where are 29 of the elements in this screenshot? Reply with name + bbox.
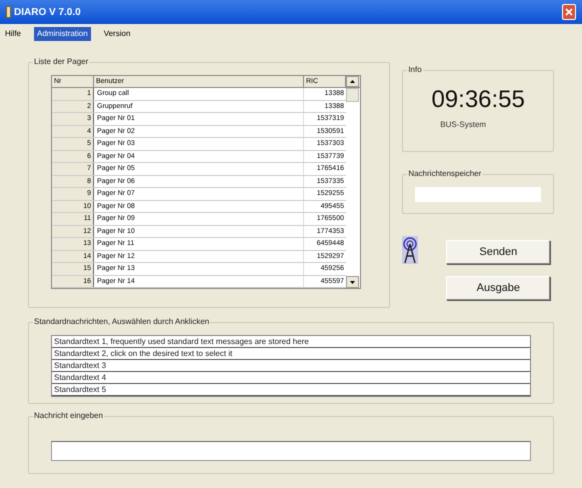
- scroll-up-button[interactable]: [346, 76, 359, 87]
- action-button[interactable]: Senden: [446, 240, 550, 264]
- menu-item[interactable]: Version: [100, 27, 134, 41]
- list-item[interactable]: Standardtext 1, frequently used standard text messages are stored here: [52, 336, 530, 348]
- group-title: Info: [407, 65, 423, 75]
- menu-item[interactable]: Administration: [34, 27, 91, 41]
- clock-time: 09:36:55: [431, 87, 525, 113]
- close-icon: [565, 8, 573, 16]
- list-item[interactable]: Standardtext 2, click on the desired text to select it: [52, 348, 530, 360]
- arrow-down-icon: [350, 280, 355, 284]
- close-button[interactable]: [562, 4, 576, 20]
- scroll-down-button[interactable]: [346, 276, 359, 288]
- app-icon: [6, 6, 11, 18]
- list-item[interactable]: Standardtext 4: [52, 372, 530, 384]
- group-title: Liste der Pager: [33, 57, 90, 67]
- system-label: BUS-System: [440, 119, 486, 131]
- list-item[interactable]: Standardtext 3: [52, 360, 530, 372]
- list-item[interactable]: Standardtext 5: [52, 384, 530, 396]
- scroll-thumb[interactable]: [346, 88, 359, 102]
- antenna-icon: [402, 236, 418, 264]
- action-button[interactable]: Ausgabe: [446, 276, 550, 300]
- group-title: Nachrichtenspeicher: [407, 169, 482, 179]
- message-input-field[interactable]: [51, 441, 531, 461]
- group-title: Standardnachrichten, Auswählen durch Anklicken: [33, 317, 210, 327]
- arrow-up-icon: [350, 80, 355, 83]
- group-title: Nachricht eingeben: [33, 411, 104, 421]
- menu-item[interactable]: Hilfe: [2, 27, 24, 41]
- message-store-field[interactable]: [415, 187, 541, 202]
- window-title: DIARO V 7.0.0: [14, 6, 81, 20]
